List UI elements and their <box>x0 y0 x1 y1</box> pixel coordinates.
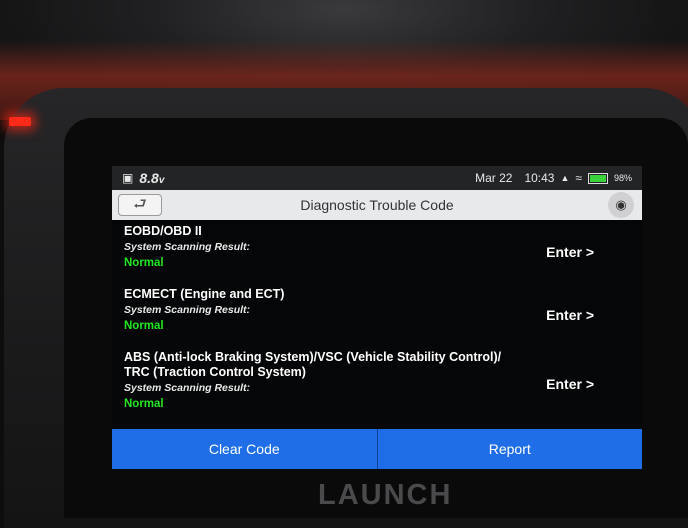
system-status: Normal <box>124 398 164 410</box>
status-right: Mar 22 10:43 ▲ ≈ 98% <box>475 171 632 185</box>
system-item-ecmect[interactable]: ECMECT (Engine and ECT) System Scanning … <box>112 287 642 350</box>
wifi-icon: ≈ <box>575 171 582 185</box>
status-left: ▣ 8.8v <box>122 170 164 186</box>
voltage-value: 8.8 <box>139 170 159 186</box>
battery-voltage: 8.8v <box>139 170 164 186</box>
battery-icon <box>587 172 608 184</box>
camera-icon: ◉ <box>615 197 627 212</box>
screenshot-button[interactable]: ◉ <box>608 192 634 218</box>
bottom-action-bar: Clear Code Report <box>112 429 642 469</box>
diagnostic-screen: ▣ 8.8v Mar 22 10:43 ▲ ≈ 98% ⮐ Diagnostic… <box>112 166 642 469</box>
enter-button[interactable]: Enter > <box>546 244 594 260</box>
voltage-unit: v <box>158 175 165 186</box>
status-date: Mar 22 <box>475 171 513 185</box>
signal-icon: ▲ <box>560 173 570 183</box>
battery-percent: 98% <box>613 173 632 183</box>
system-item-abs[interactable]: ABS (Anti-lock Braking System)/VSC (Vehi… <box>112 350 642 426</box>
system-title: EOBD/OBD II <box>124 224 202 238</box>
system-title: ECMECT (Engine and ECT) <box>124 287 285 301</box>
system-item-eobd[interactable]: EOBD/OBD II System Scanning Result: Norm… <box>112 224 642 287</box>
report-button[interactable]: Report <box>378 429 643 469</box>
title-bar: ⮐ Diagnostic Trouble Code ◉ <box>112 190 642 220</box>
status-time: 10:43 <box>524 171 555 185</box>
device-brand-logo: LAUNCH <box>318 479 453 511</box>
system-list: EOBD/OBD II System Scanning Result: Norm… <box>112 224 642 426</box>
status-bar: ▣ 8.8v Mar 22 10:43 ▲ ≈ 98% <box>112 166 642 190</box>
system-title: ABS (Anti-lock Braking System)/VSC (Vehi… <box>124 350 502 364</box>
battery-fill <box>589 174 606 182</box>
power-led-icon <box>9 117 31 126</box>
enter-button[interactable]: Enter > <box>546 376 594 392</box>
page-title: Diagnostic Trouble Code <box>300 197 454 213</box>
clear-code-button[interactable]: Clear Code <box>112 429 378 469</box>
calendar-icon: ▣ <box>122 171 134 185</box>
enter-button[interactable]: Enter > <box>546 307 594 323</box>
